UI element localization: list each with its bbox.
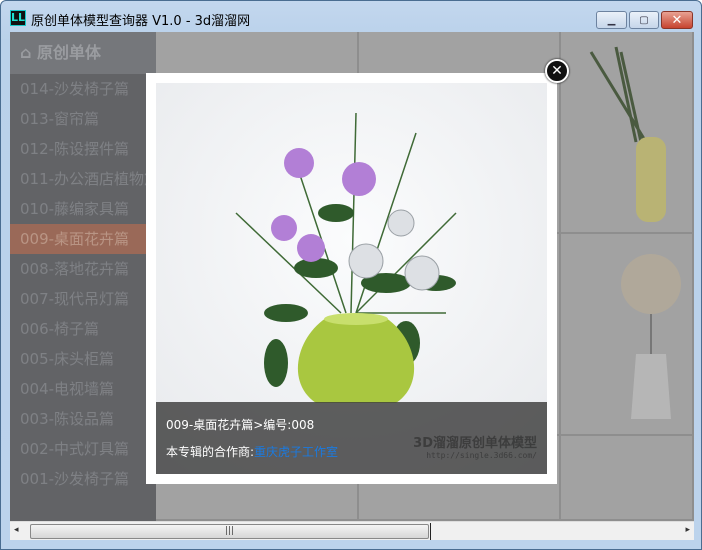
sidebar-item[interactable]: 001-沙发椅子篇 xyxy=(10,464,156,494)
gallery-tile[interactable] xyxy=(561,32,694,234)
preview-modal: 009-桌面花卉篇>编号:008 本专辑的合作商:重庆虎子工作室 3D溜溜原创单… xyxy=(146,73,557,484)
scroll-divider xyxy=(430,523,431,540)
sidebar-item[interactable]: 004-电视墙篇 xyxy=(10,374,156,404)
sidebar-item[interactable]: 002-中式灯具篇 xyxy=(10,434,156,464)
scroll-right-icon[interactable]: ▸ xyxy=(685,525,690,535)
partner-link[interactable]: 重庆虎子工作室 xyxy=(254,445,338,459)
sidebar-item[interactable]: 013-窗帘篇 xyxy=(10,104,156,134)
scrollbar-thumb[interactable]: ||| xyxy=(30,524,429,539)
sidebar-item[interactable]: 005-床头柜篇 xyxy=(10,344,156,374)
gallery-tile[interactable] xyxy=(561,436,694,521)
sidebar-item[interactable]: 006-椅子篇 xyxy=(10,314,156,344)
sidebar-item[interactable]: 010-藤编家具篇 xyxy=(10,194,156,224)
watermark-url: http://single.3d66.com/ xyxy=(426,451,537,460)
close-modal-icon[interactable]: ✕ xyxy=(545,59,569,83)
sidebar-item[interactable]: 007-现代吊灯篇 xyxy=(10,284,156,314)
window-title: 原创单体模型查询器 V1.0 - 3d溜溜网 xyxy=(31,14,251,29)
horizontal-scrollbar[interactable]: ◂ ||| ▸ xyxy=(10,521,694,540)
maximize-button[interactable]: ▢ xyxy=(629,11,659,29)
watermark-text: 3D溜溜原创单体模型 xyxy=(413,436,537,451)
sidebar-header-label: 原创单体 xyxy=(37,43,102,62)
sidebar-item[interactable]: 011-办公酒店植物篇 xyxy=(10,164,156,194)
sidebar: ⌂ 原创单体 014-沙发椅子篇 013-窗帘篇 012-陈设摆件篇 011-办公酒店… xyxy=(10,32,156,521)
sidebar-item[interactable]: 009-桌面花卉篇 xyxy=(10,224,156,254)
sidebar-item[interactable]: 012-陈设摆件篇 xyxy=(10,134,156,164)
sidebar-item[interactable]: 003-陈设品篇 xyxy=(10,404,156,434)
watermark: 3D溜溜原创单体模型 http://single.3d66.com/ xyxy=(413,432,537,460)
caption-title: 009-桌面花卉篇>编号:008 xyxy=(166,418,315,432)
partner-label: 本专辑的合作商: xyxy=(166,445,255,459)
home-icon: ⌂ xyxy=(20,43,32,62)
app-window: LL 原创单体模型查询器 V1.0 - 3d溜溜网 ▁ ▢ ✕ ⌂ 原创单体 0… xyxy=(0,0,702,550)
preview-image: 009-桌面花卉篇>编号:008 本专辑的合作商:重庆虎子工作室 3D溜溜原创单… xyxy=(156,83,547,474)
app-logo-icon: LL xyxy=(10,10,26,26)
sidebar-header[interactable]: ⌂ 原创单体 xyxy=(10,32,156,74)
minimize-button[interactable]: ▁ xyxy=(596,11,627,29)
close-window-button[interactable]: ✕ xyxy=(661,11,693,29)
gallery-tile[interactable] xyxy=(561,234,694,436)
scroll-left-icon[interactable]: ◂ xyxy=(14,525,19,535)
sidebar-item[interactable]: 008-落地花卉篇 xyxy=(10,254,156,284)
sidebar-item[interactable]: 014-沙发椅子篇 xyxy=(10,74,156,104)
image-caption: 009-桌面花卉篇>编号:008 本专辑的合作商:重庆虎子工作室 3D溜溜原创单… xyxy=(156,402,547,474)
